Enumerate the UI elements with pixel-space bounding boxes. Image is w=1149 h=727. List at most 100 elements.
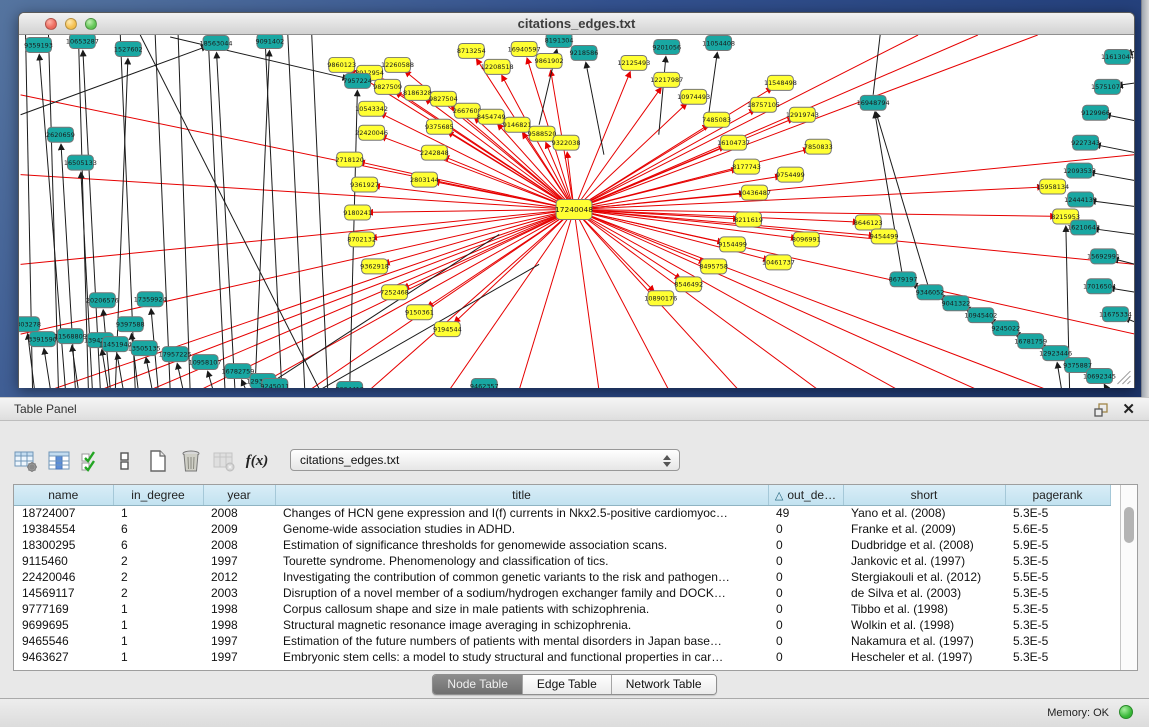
graph-node[interactable]: 2620659 — [46, 127, 75, 142]
graph-node[interactable]: 17359924 — [134, 292, 167, 307]
graph-node[interactable]: 15692991 — [1087, 249, 1120, 264]
graph-node[interactable]: 16104737 — [717, 135, 750, 150]
column-header-title[interactable]: title — [275, 485, 768, 505]
graph-node[interactable]: 9201056 — [652, 39, 681, 54]
graph-node[interactable]: 9194544 — [433, 322, 462, 337]
row-height-icon[interactable] — [112, 448, 138, 474]
graph-edge[interactable] — [209, 375, 213, 388]
graph-node[interactable]: 11548498 — [764, 75, 797, 90]
graph-edge[interactable] — [574, 210, 978, 388]
column-header-out_de[interactable]: △out_de… — [768, 485, 843, 505]
graph-node[interactable]: 9041322 — [942, 296, 971, 311]
function-builder-icon[interactable]: f(x) — [244, 448, 270, 474]
graph-edge[interactable] — [519, 210, 574, 388]
graph-node[interactable]: 9860123 — [327, 57, 356, 72]
graph-node[interactable]: 10461737 — [762, 255, 795, 270]
graph-node[interactable]: 8546492 — [674, 277, 703, 292]
graph-node[interactable]: 9861902 — [535, 53, 564, 68]
graph-edge[interactable] — [709, 57, 717, 115]
graph-node[interactable]: 11675334 — [1099, 307, 1132, 322]
tab-node-table[interactable]: Node Table — [433, 675, 522, 694]
graph-node[interactable]: 8191304 — [545, 35, 574, 47]
graph-node[interactable]: 17957225 — [159, 347, 192, 362]
tab-edge-table[interactable]: Edge Table — [522, 675, 611, 694]
graph-edge[interactable] — [877, 116, 930, 292]
graph-edge[interactable] — [1113, 289, 1135, 293]
network-canvas[interactable]: 1724004898601238912954122605889827509818… — [19, 35, 1135, 388]
network-window-titlebar[interactable]: citations_edges.txt — [19, 13, 1134, 35]
graph-node[interactable]: 9397588 — [116, 317, 145, 332]
table-scrollbar-thumb[interactable] — [1124, 507, 1134, 543]
graph-edge[interactable] — [1099, 145, 1135, 152]
graph-node[interactable]: 3391590 — [28, 332, 57, 347]
graph-node[interactable]: 16781759 — [1014, 334, 1047, 349]
graph-edge[interactable] — [250, 210, 574, 388]
graph-node[interactable]: 10974493 — [677, 89, 710, 104]
column-header-short[interactable]: short — [843, 485, 1005, 505]
graph-node[interactable]: 8303278 — [19, 317, 41, 332]
graph-node[interactable]: 9827509 — [373, 79, 402, 94]
graph-node[interactable]: 16940597 — [508, 41, 541, 56]
graph-node[interactable]: 10543342 — [355, 101, 388, 116]
graph-node[interactable]: 9129966 — [1081, 105, 1110, 120]
graph-node[interactable]: 10692345 — [1083, 369, 1116, 384]
graph-node[interactable]: 8177743 — [732, 159, 761, 174]
graph-node[interactable]: 12260588 — [381, 57, 414, 72]
graph-edge[interactable] — [255, 55, 269, 388]
graph-edge[interactable] — [1109, 116, 1135, 121]
graph-node[interactable]: 13505135 — [128, 341, 161, 356]
graph-node[interactable]: 11613044 — [1101, 49, 1134, 64]
graph-node[interactable]: 1527602 — [114, 41, 143, 56]
graph-node[interactable]: 8679197 — [889, 272, 918, 287]
graph-node[interactable]: 12208518 — [481, 59, 514, 74]
graph-edge[interactable] — [155, 35, 170, 388]
graph-edge[interactable] — [140, 35, 319, 388]
table-scrollbar[interactable] — [1120, 485, 1137, 670]
graph-node[interactable]: 2803144 — [410, 172, 439, 187]
graph-node[interactable]: 11568809 — [54, 329, 87, 344]
table-row[interactable]: 977716911998Corpus callosum shape and si… — [14, 601, 1110, 617]
graph-node[interactable]: 7252468 — [380, 285, 409, 300]
graph-node[interactable]: 12444139 — [1064, 192, 1097, 207]
column-header-name[interactable]: name — [14, 485, 113, 505]
column-visibility-icon[interactable] — [46, 448, 72, 474]
graph-edge[interactable] — [265, 35, 282, 388]
graph-edge[interactable] — [574, 210, 599, 388]
graph-node[interactable]: 17240048 — [555, 200, 593, 220]
graph-node[interactable]: 20206576 — [86, 293, 119, 308]
graph-node[interactable]: 15958134 — [1036, 179, 1069, 194]
graph-node[interactable]: 9227343 — [1071, 135, 1100, 150]
column-header-pagerank[interactable]: pagerank — [1005, 485, 1110, 505]
table-row[interactable]: 946362711997Embryonic stem cells: a mode… — [14, 649, 1110, 665]
graph-node[interactable]: 15751074 — [1091, 79, 1124, 94]
graph-node[interactable]: 9150361 — [405, 305, 434, 320]
graph-node[interactable]: 11054408 — [702, 35, 735, 50]
graph-node[interactable]: 7485083 — [702, 112, 731, 127]
graph-node[interactable]: 9218586 — [570, 45, 599, 60]
new-table-icon[interactable] — [145, 448, 171, 474]
close-panel-icon[interactable]: ✕ — [1122, 400, 1135, 418]
graph-node[interactable]: 9827504 — [429, 91, 458, 106]
column-header-year[interactable]: year — [203, 485, 275, 505]
resize-grip[interactable] — [1117, 371, 1130, 384]
graph-node[interactable]: 10890176 — [644, 291, 677, 306]
graph-edge[interactable] — [478, 120, 574, 209]
graph-node[interactable]: 2242848 — [420, 145, 449, 160]
graph-node[interactable]: 8211619 — [734, 212, 763, 227]
table-settings-icon[interactable] — [13, 448, 39, 474]
graph-node[interactable]: 9245011 — [260, 379, 289, 388]
graph-node[interactable]: 7957224 — [343, 73, 372, 88]
graph-node[interactable]: 12919743 — [786, 107, 819, 122]
table-row[interactable]: 1872400712008Changes of HCN gene express… — [14, 505, 1110, 521]
graph-node[interactable]: 8096991 — [792, 232, 821, 247]
graph-node[interactable]: 9346052 — [916, 285, 945, 300]
graph-edge[interactable] — [1128, 319, 1135, 322]
graph-edge[interactable] — [875, 117, 903, 280]
graph-node[interactable]: 12093533 — [1063, 163, 1096, 178]
select-all-icon[interactable] — [79, 448, 105, 474]
graph-node[interactable]: 17016504 — [1083, 279, 1116, 294]
column-header-in_degree[interactable]: in_degree — [113, 485, 203, 505]
graph-node[interactable]: 9454499 — [870, 229, 899, 244]
graph-edge[interactable] — [288, 35, 305, 388]
graph-node[interactable]: 8304412 — [335, 382, 364, 388]
